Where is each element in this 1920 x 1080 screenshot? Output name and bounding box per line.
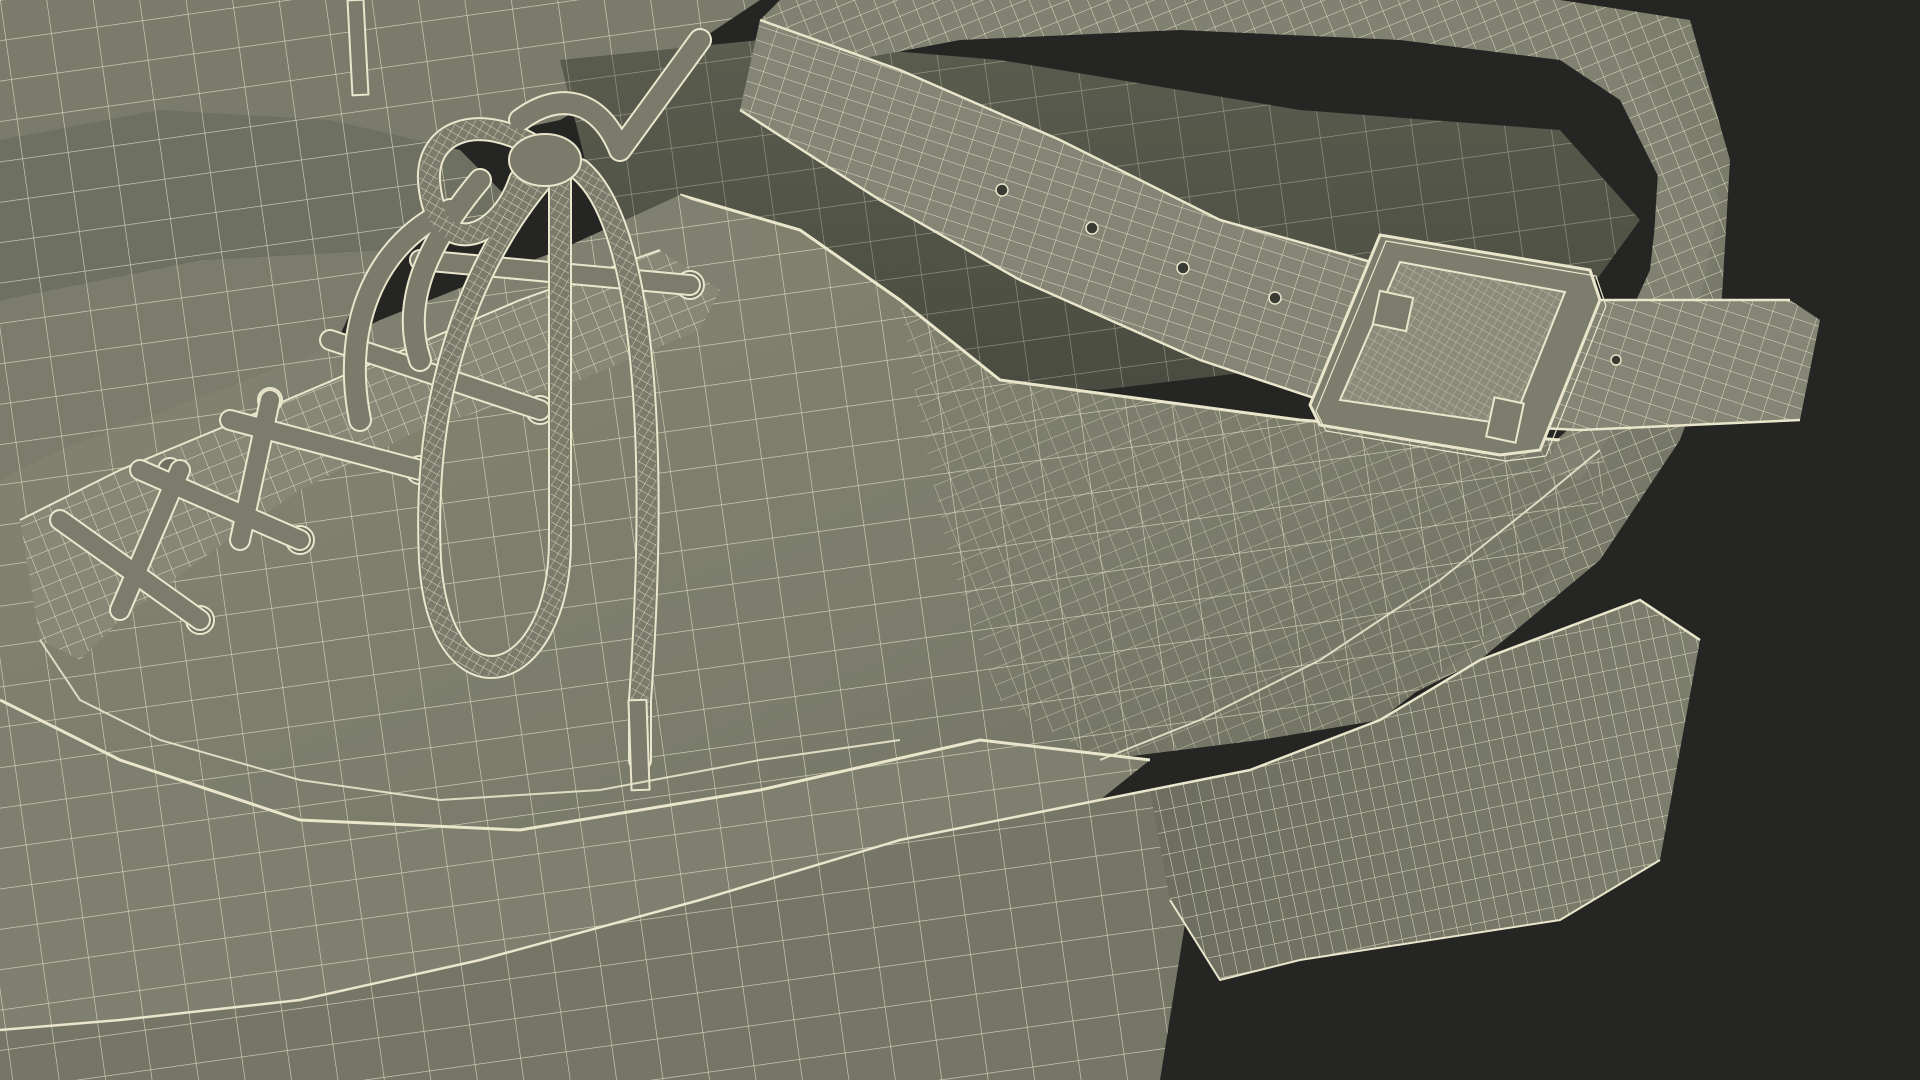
strap-hole (1610, 354, 1622, 366)
lace-aglet (627, 698, 651, 792)
strap-hole (1268, 291, 1282, 305)
lace-knot (508, 133, 582, 187)
strap-hole (1085, 221, 1099, 235)
strap-hole (995, 183, 1009, 197)
render-viewport (0, 0, 1920, 1080)
strap-hole (1176, 261, 1190, 275)
shoe-wireframe-render (0, 0, 1920, 1080)
